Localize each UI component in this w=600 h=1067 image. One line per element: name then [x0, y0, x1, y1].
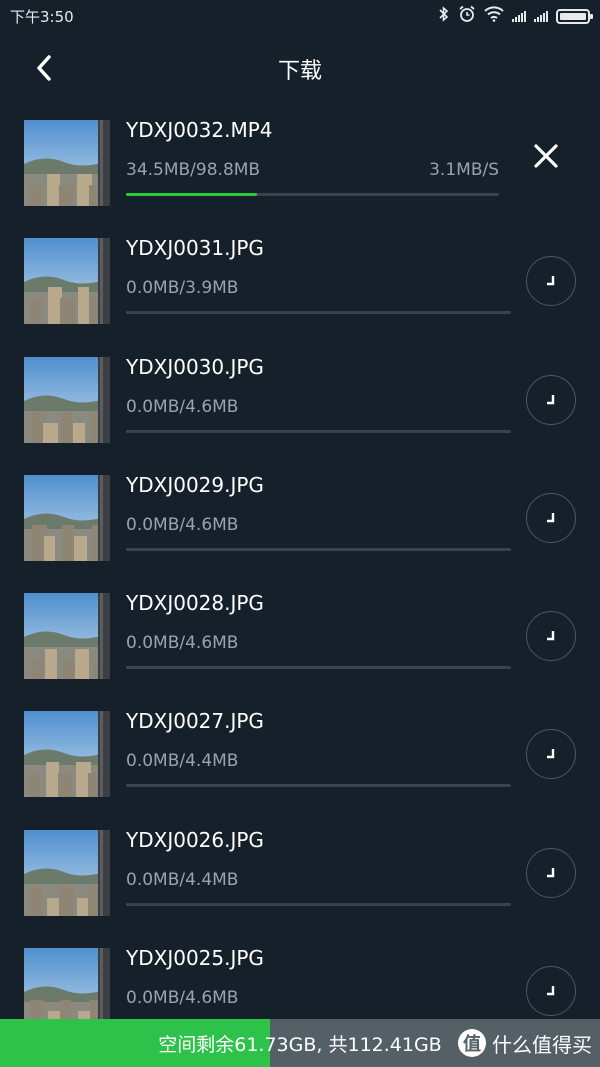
- file-size: 0.0MB/4.6MB: [126, 396, 239, 417]
- file-size: 0.0MB/4.6MB: [126, 988, 239, 1009]
- pending-status-button[interactable]: [526, 966, 576, 1017]
- pending-status-button[interactable]: [526, 256, 576, 307]
- file-size: 34.5MB/98.8MB: [126, 160, 261, 180]
- clock-icon: [547, 631, 555, 641]
- status-time: 下午3:50: [10, 7, 74, 26]
- close-icon: [534, 144, 558, 168]
- file-size: 0.0MB/3.9MB: [126, 278, 239, 299]
- thumbnail: [24, 356, 110, 443]
- list-item: YDXJ0027.JPG 0.0MB/4.4MB: [0, 703, 600, 821]
- file-name: YDXJ0027.JPG: [126, 709, 264, 734]
- file-name: YDXJ0026.JPG: [126, 827, 264, 852]
- file-name: YDXJ0030.JPG: [126, 354, 264, 379]
- list-item: YDXJ0029.JPG 0.0MB/4.6MB: [0, 467, 600, 585]
- file-name: YDXJ0028.JPG: [126, 591, 264, 616]
- watermark-text: 什么值得买: [492, 1032, 592, 1057]
- status-icons: [438, 5, 593, 27]
- clock-icon: [547, 986, 555, 996]
- progress-fill: [126, 193, 257, 196]
- battery-icon: [556, 8, 593, 24]
- list-item: YDXJ0030.JPG 0.0MB/4.6MB: [0, 349, 600, 467]
- progress-bar: [126, 547, 511, 551]
- download-speed: 3.1MB/S: [429, 160, 499, 180]
- page-title: 下载: [277, 59, 322, 84]
- status-bar: 下午3:50: [0, 0, 600, 32]
- file-size: 0.0MB/4.6MB: [126, 514, 239, 535]
- download-list: YDXJ0032.MP4 34.5MB/98.8MB 3.1MB/S YDXJ0…: [0, 112, 600, 1058]
- cancel-download-button[interactable]: [526, 136, 566, 176]
- clock-icon: [547, 749, 555, 759]
- signal-icon: [534, 10, 548, 22]
- header: 下载: [0, 40, 600, 98]
- chevron-left-icon: [37, 55, 51, 81]
- thumbnail: [24, 238, 110, 325]
- progress-bar: [126, 666, 511, 670]
- thumbnail: [24, 120, 110, 206]
- list-item: YDXJ0026.JPG 0.0MB/4.4MB: [0, 822, 600, 940]
- progress-bar: [126, 902, 511, 906]
- back-button[interactable]: [26, 50, 62, 86]
- thumbnail: [24, 474, 110, 561]
- thumbnail: [24, 593, 110, 680]
- progress-bar: [126, 193, 499, 196]
- wifi-icon: [484, 6, 504, 26]
- progress-bar: [126, 429, 511, 433]
- list-item: YDXJ0028.JPG 0.0MB/4.6MB: [0, 585, 600, 703]
- clock-icon: [547, 394, 555, 404]
- bluetooth-icon: [438, 6, 450, 26]
- list-item: YDXJ0031.JPG 0.0MB/3.9MB: [0, 230, 600, 348]
- watermark: 值 什么值得买: [458, 1026, 592, 1060]
- file-size: 0.0MB/4.4MB: [126, 751, 239, 772]
- file-size: 0.0MB/4.6MB: [126, 633, 239, 654]
- file-name: YDXJ0031.JPG: [126, 236, 264, 261]
- thumbnail: [24, 829, 110, 916]
- signal-icon: [512, 10, 526, 22]
- watermark-logo: 值: [458, 1029, 486, 1057]
- file-name: YDXJ0025.JPG: [126, 946, 264, 971]
- clock-icon: [547, 276, 555, 286]
- file-name: YDXJ0029.JPG: [126, 472, 264, 497]
- clock-icon: [547, 512, 555, 523]
- progress-bar: [126, 784, 511, 788]
- alarm-icon: [458, 5, 476, 27]
- pending-status-button[interactable]: [526, 847, 576, 898]
- pending-status-button[interactable]: [526, 492, 576, 543]
- pending-status-button[interactable]: [526, 729, 576, 780]
- list-item: YDXJ0032.MP4 34.5MB/98.8MB 3.1MB/S: [0, 112, 600, 230]
- pending-status-button[interactable]: [526, 611, 576, 662]
- progress-bar: [126, 311, 511, 315]
- clock-icon: [547, 867, 555, 877]
- file-size: 0.0MB/4.4MB: [126, 869, 239, 890]
- file-name: YDXJ0032.MP4: [126, 118, 273, 142]
- thumbnail: [24, 711, 110, 798]
- pending-status-button[interactable]: [526, 374, 576, 425]
